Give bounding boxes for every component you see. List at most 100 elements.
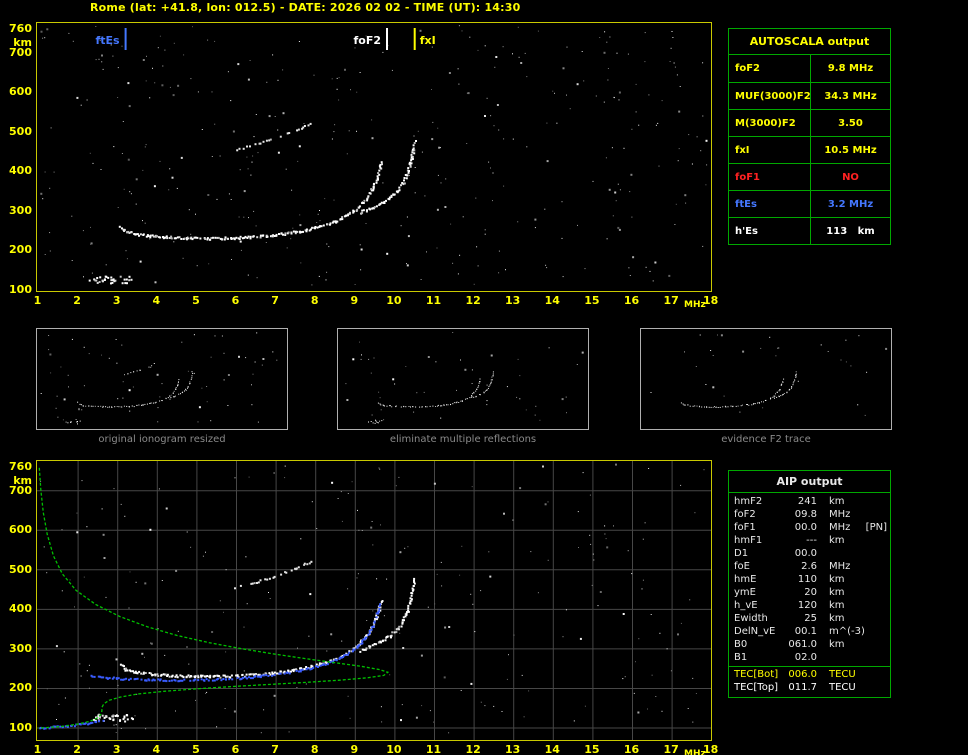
x-tick-label: 10 (386, 743, 402, 755)
thumbnail-evidence-f2-trace (640, 328, 892, 430)
row-label: foF2 (734, 509, 756, 520)
row-unit: km (829, 535, 845, 546)
row-unit (817, 547, 829, 560)
y-tick-label: 100 (9, 721, 32, 734)
row-unit: m^(-3) (829, 626, 865, 637)
x-tick-label: 2 (73, 743, 81, 755)
row-value: 10.5 MHz (824, 144, 877, 156)
aip-row: hmE 110 km (729, 573, 890, 586)
aip-row: h_vE 120 km (729, 599, 890, 612)
y-tick-label: 760 (9, 22, 32, 35)
x-tick-label: 9 (350, 743, 359, 755)
row-label: hmE (734, 574, 757, 585)
thumbnail-caption: evidence F2 trace (721, 434, 811, 445)
row-label: ymE (734, 587, 756, 598)
profile-canvas (37, 461, 711, 740)
y-axis-unit: km (13, 36, 32, 49)
row-value: 061.0 (788, 639, 817, 650)
row-value: 02.0 (794, 652, 817, 663)
row-label: DelN_vE (734, 626, 776, 637)
row-value: 110 (797, 574, 817, 585)
x-tick-label: 4 (152, 743, 161, 755)
thumbnail-eliminate-reflections (337, 328, 589, 430)
autoscala-row: ftEs 3.2 MHz (729, 190, 890, 217)
x-tick-label: 6 (231, 294, 240, 307)
row-label: TEC[Bot] (734, 669, 779, 680)
row-value: 011.7 (788, 682, 817, 693)
row-unit: TECU (829, 669, 856, 680)
autoscala-row: fxI 10.5 MHz (729, 136, 890, 163)
row-unit: km (829, 613, 845, 624)
row-label: TEC[Top] (734, 682, 779, 693)
aip-output-panel: AIP output hmF2 241 km foF2 09.8 MHz foF1 00.0 M… (728, 470, 891, 698)
thumbnail-original-ionogram (36, 328, 288, 430)
y-tick-label: 400 (9, 164, 32, 178)
row-value: 006.0 (788, 669, 817, 680)
x-tick-label: 15 (584, 294, 600, 307)
row-unit: MHz (829, 509, 851, 520)
row-label: hmF1 (734, 535, 763, 546)
aip-row: B1 02.0 (729, 651, 890, 664)
row-value: 3.2 MHz (827, 198, 874, 210)
x-tick-label: 11 (425, 743, 442, 755)
aip-row: foE 2.6 MHz (729, 560, 890, 573)
row-label: fxI (729, 137, 811, 163)
row-unit: km (829, 639, 845, 650)
x-axis-unit: MHz (684, 749, 706, 755)
row-unit: MHz (829, 561, 851, 572)
row-label: foE (734, 561, 750, 572)
thumbnail-canvas (650, 334, 888, 416)
x-tick-label: 17 (663, 294, 679, 307)
x-tick-label: 9 (350, 294, 359, 307)
x-tick-label: 1 (33, 294, 42, 307)
profile-plot-frame (36, 460, 712, 741)
aip-row: hmF1 --- km (729, 534, 890, 547)
aip-row: D1 00.0 (729, 547, 890, 560)
y-tick-label: 600 (9, 523, 32, 537)
y-tick-label: 200 (9, 243, 32, 257)
x-tick-label: 7 (271, 743, 279, 755)
aip-row: Ewidth 25 km (729, 612, 890, 625)
autoscala-app-window: Rome (lat: +41.8, lon: 012.5) - DATE: 20… (0, 0, 968, 755)
x-tick-label: 1 (33, 743, 42, 755)
marker-label: fxI (420, 34, 436, 47)
x-tick-label: 6 (231, 743, 240, 755)
aip-row: DelN_vE 00.1 m^(-3) (729, 625, 890, 638)
row-value: --- (806, 535, 817, 546)
x-tick-label: 8 (310, 743, 319, 755)
row-value: 00.0 (794, 548, 817, 559)
aip-row: TEC[Top] 011.7 TECU (729, 681, 890, 694)
x-tick-label: 3 (112, 294, 121, 307)
x-tick-label: 8 (310, 294, 319, 307)
row-label: hmF2 (734, 496, 763, 507)
y-tick-label: 760 (9, 460, 32, 473)
y-axis-unit: km (13, 474, 32, 487)
autoscala-output-panel: AUTOSCALA output foF2 9.8 MHz MUF(3000)F2 3… (728, 28, 891, 245)
autoscala-row: foF2 9.8 MHz (729, 55, 890, 82)
x-tick-label: 17 (663, 743, 679, 755)
row-value: 241 (797, 496, 817, 507)
x-axis-unit: MHz (684, 300, 706, 310)
x-tick-label: 16 (623, 743, 640, 755)
ionogram-plot-frame: ftEs foF2 fxI (36, 22, 712, 292)
aip-row: ymE 20 km (729, 586, 890, 599)
x-tick-label: 4 (152, 294, 161, 307)
row-unit: km (829, 600, 845, 611)
y-tick-label: 300 (9, 203, 32, 217)
row-note: [PN] (865, 522, 887, 533)
row-value: 120 (797, 600, 817, 611)
marker-label: ftEs (95, 34, 120, 47)
row-value: 9.8 MHz (827, 63, 874, 74)
y-tick-label: 200 (9, 681, 32, 695)
row-value: 3.50 (838, 117, 863, 129)
autoscala-panel-title: AUTOSCALA output (729, 29, 890, 55)
row-label: B1 (734, 652, 748, 663)
aip-panel-title: AIP output (729, 471, 890, 493)
x-tick-label: 12 (465, 743, 481, 755)
y-tick-label: 100 (9, 283, 32, 296)
row-label: MUF(3000)F2 (729, 83, 811, 109)
y-tick-label: 600 (9, 85, 32, 99)
row-value: 113 km (826, 225, 875, 237)
row-label: h'Es (729, 218, 811, 244)
x-tick-label: 14 (544, 294, 560, 307)
